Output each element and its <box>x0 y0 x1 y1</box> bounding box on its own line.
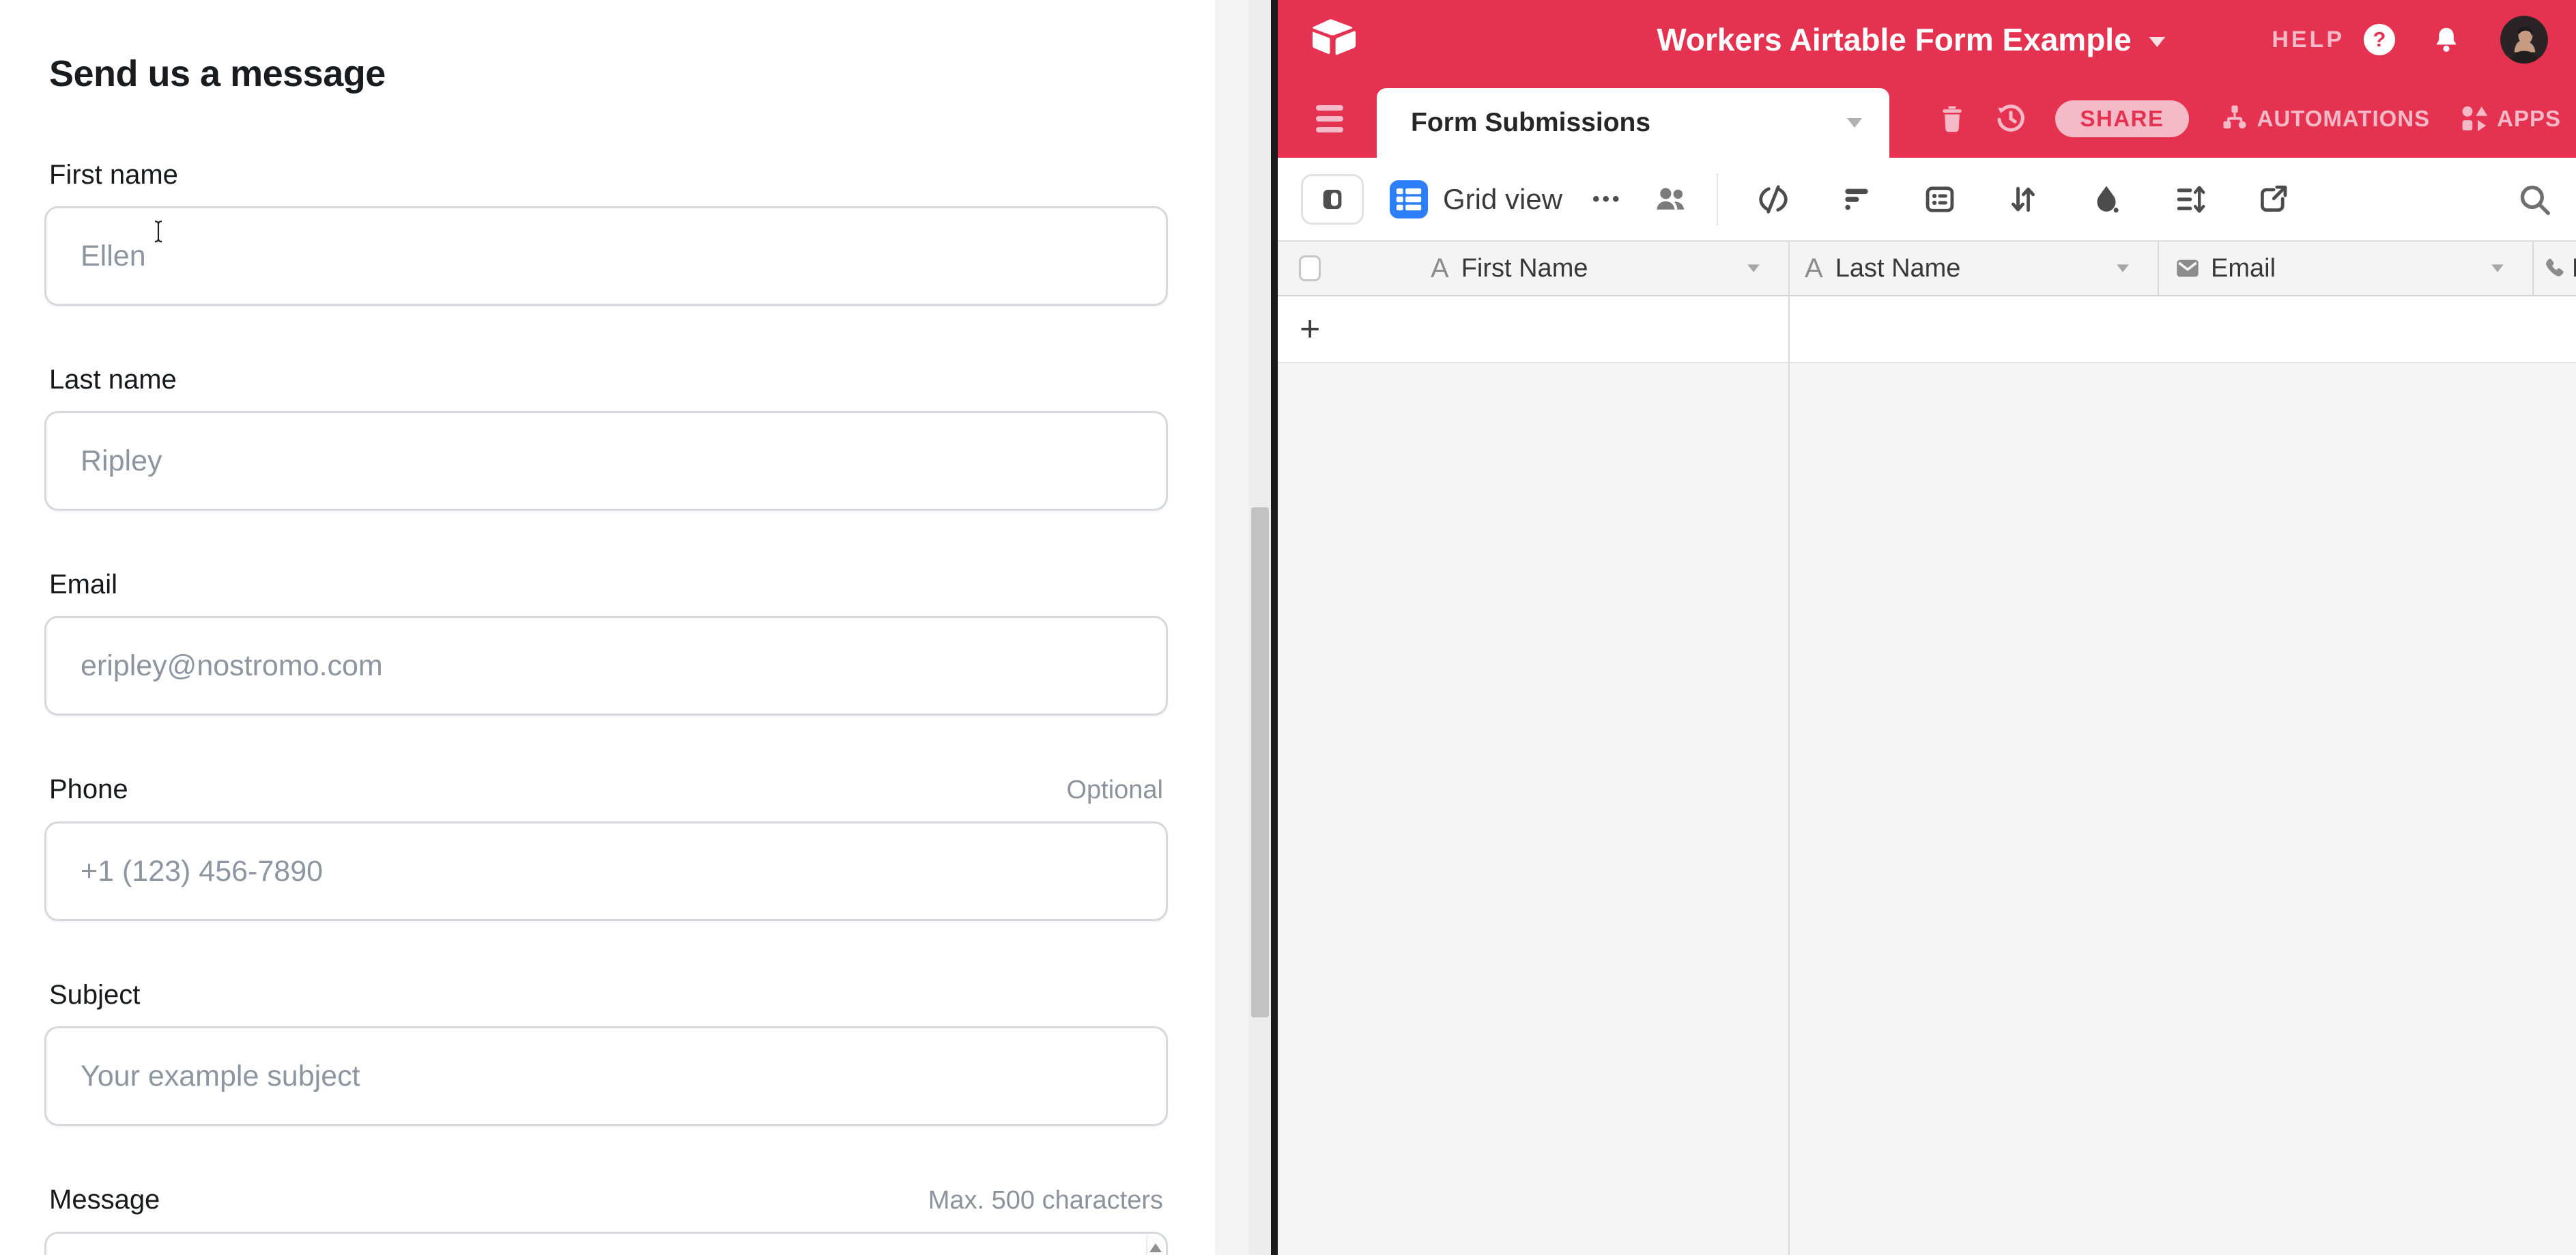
filter-icon[interactable] <box>1840 182 1874 216</box>
field-email: Email <box>44 565 1168 716</box>
row-height-icon[interactable] <box>2173 182 2207 216</box>
phone-label: Phone <box>49 770 128 808</box>
view-name[interactable]: Grid view <box>1443 183 1562 216</box>
history-icon[interactable] <box>1995 103 2027 135</box>
help-button[interactable]: HELP <box>2272 27 2345 53</box>
scroll-up-arrow-icon[interactable] <box>1149 1243 1162 1252</box>
collaborators-icon[interactable] <box>1652 181 1689 218</box>
menu-hamburger-icon[interactable] <box>1316 105 1343 132</box>
base-title-wrap[interactable]: Workers Airtable Form Example <box>1657 0 2165 79</box>
toggle-sidebar-button[interactable] <box>1301 174 1364 225</box>
last-name-input[interactable] <box>44 411 1168 511</box>
text-cursor-pointer <box>151 220 166 243</box>
chevron-down-icon[interactable] <box>2491 264 2504 272</box>
chevron-down-icon[interactable] <box>2117 264 2129 272</box>
column-header-last-name[interactable]: A Last Name <box>1788 242 2158 295</box>
left-pane-scrollbar-thumb[interactable] <box>1251 507 1269 1017</box>
column-name: First Name <box>1461 254 1588 283</box>
question-glyph: ? <box>2373 27 2386 52</box>
share-button[interactable]: SHARE <box>2055 100 2188 137</box>
message-maxlength-note: Max. 500 characters <box>928 1181 1163 1219</box>
panel-icon <box>1319 186 1346 213</box>
chevron-down-icon <box>2149 37 2166 47</box>
grid-column-header-row: A First Name A Last Name Email <box>1278 242 2576 296</box>
first-name-input[interactable] <box>44 206 1168 306</box>
base-title[interactable]: Workers Airtable Form Example <box>1657 21 2131 58</box>
column-name: Last Name <box>1835 254 1961 283</box>
group-icon[interactable] <box>1923 182 1957 216</box>
column-name: Email <box>2211 254 2276 283</box>
phone-optional-note: Optional <box>1066 771 1163 809</box>
toolbar-divider <box>1717 173 1718 225</box>
message-label: Message <box>49 1181 160 1219</box>
search-icon[interactable] <box>2516 181 2553 218</box>
email-field-type-icon <box>2174 255 2201 282</box>
column-divider[interactable] <box>2158 242 2159 295</box>
header-right-cluster: HELP ? <box>2272 0 2548 79</box>
hide-fields-icon[interactable] <box>1756 182 1790 216</box>
table-tab-bar: Form Submissions SHARE <box>1278 79 2576 158</box>
add-record-button[interactable]: + <box>1300 311 1320 347</box>
chevron-down-icon <box>1847 118 1862 128</box>
chevron-down-icon[interactable] <box>1747 264 1760 272</box>
screenshot-root: Send us a message First name Last name E… <box>0 0 2576 1255</box>
first-name-label: First name <box>49 156 178 194</box>
field-first-name: First name <box>44 156 1168 306</box>
sort-icon[interactable] <box>2006 182 2040 216</box>
column-divider[interactable] <box>2532 242 2534 295</box>
share-view-icon[interactable] <box>2256 182 2290 216</box>
help-question-icon[interactable]: ? <box>2364 24 2395 55</box>
tab-bar-actions: SHARE AUTOMATIONS <box>1936 79 2565 158</box>
column-header-email[interactable]: Email <box>2158 242 2532 295</box>
automations-button[interactable]: AUTOMATIONS <box>2219 103 2431 135</box>
column-name: Phone <box>2572 254 2576 283</box>
field-message: Message Max. 500 characters <box>44 1181 1168 1255</box>
field-subject: Subject <box>44 976 1168 1126</box>
column-header-first-name[interactable]: A First Name <box>1278 242 1788 295</box>
view-more-icon[interactable]: ••• <box>1592 188 1622 211</box>
subject-input[interactable] <box>44 1026 1168 1126</box>
trash-icon[interactable] <box>1936 103 1968 135</box>
view-toolbar: Grid view ••• <box>1278 158 2576 242</box>
email-label: Email <box>49 565 117 604</box>
automations-icon <box>2219 103 2250 135</box>
field-last-name: Last name <box>44 361 1168 511</box>
airtable-logo[interactable] <box>1310 18 1359 60</box>
phone-input[interactable] <box>44 821 1168 921</box>
subject-label: Subject <box>49 976 140 1014</box>
left-pane-scroll-gutter <box>1215 0 1249 1255</box>
text-field-type-icon: A <box>1431 253 1449 284</box>
notifications-bell-icon[interactable] <box>2432 25 2461 54</box>
field-phone: Phone Optional <box>44 770 1168 921</box>
airtable-pane: Workers Airtable Form Example HELP ? <box>1278 0 2576 1255</box>
grid-view-icon[interactable] <box>1390 180 1428 218</box>
text-field-type-icon: A <box>1805 253 1823 284</box>
form-heading: Send us a message <box>49 52 1215 96</box>
user-avatar[interactable] <box>2500 16 2548 64</box>
tab-label: Form Submissions <box>1411 108 1650 138</box>
frozen-column-divider <box>1788 242 1790 1255</box>
color-icon[interactable] <box>2089 182 2123 216</box>
window-divider <box>1271 0 1278 1255</box>
automations-label: AUTOMATIONS <box>2257 106 2431 132</box>
phone-field-type-icon <box>2541 256 2565 281</box>
apps-icon <box>2459 103 2490 135</box>
email-input[interactable] <box>44 616 1168 716</box>
apps-button[interactable]: APPS <box>2459 103 2561 135</box>
last-name-label: Last name <box>49 361 177 399</box>
add-record-row: + <box>1278 296 2576 363</box>
message-textarea[interactable] <box>44 1232 1168 1255</box>
airtable-top-header: Workers Airtable Form Example HELP ? <box>1278 0 2576 79</box>
contact-form-pane: Send us a message First name Last name E… <box>0 0 1215 1255</box>
column-header-phone[interactable]: Phone <box>2532 242 2576 295</box>
tab-form-submissions[interactable]: Form Submissions <box>1377 88 1889 158</box>
apps-label: APPS <box>2497 106 2561 132</box>
